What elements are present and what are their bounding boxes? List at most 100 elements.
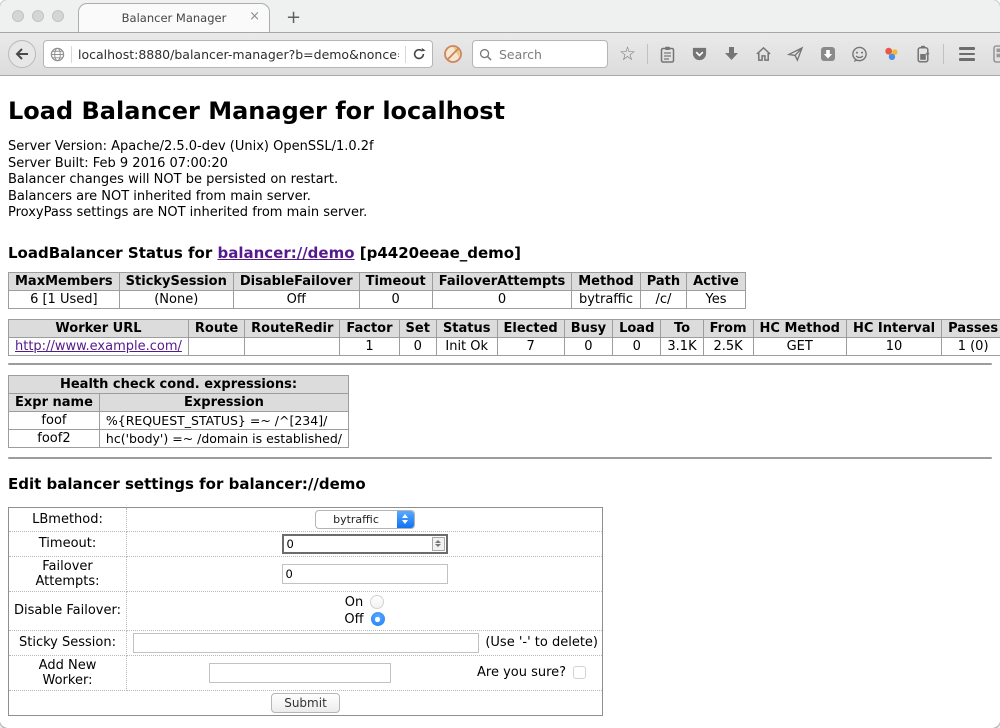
form-row-sticky: Sticky Session: (Use '-' to delete) bbox=[9, 630, 603, 655]
cell-status: Init Ok bbox=[436, 337, 497, 355]
column-header: HC Method bbox=[753, 319, 846, 337]
tab-balancer-manager[interactable]: Balancer Manager × bbox=[78, 3, 270, 32]
radio-on-line: On bbox=[131, 594, 598, 611]
search-input[interactable] bbox=[497, 46, 587, 63]
column-header: MaxMembers bbox=[9, 272, 120, 290]
search-icon bbox=[479, 48, 492, 61]
column-header: Path bbox=[640, 272, 686, 290]
cell-hc-method: GET bbox=[753, 337, 846, 355]
lbmethod-cell: bytraffic bbox=[127, 507, 603, 531]
cell-stickysession: (None) bbox=[119, 290, 233, 308]
menu-button[interactable] bbox=[954, 40, 979, 68]
balancer-status-table: MaxMembers StickySession DisableFailover… bbox=[8, 272, 746, 309]
column-header: Active bbox=[687, 272, 746, 290]
window-controls[interactable] bbox=[12, 10, 64, 22]
toolbar-divider bbox=[647, 44, 648, 64]
cell-disablefailover: Off bbox=[233, 290, 359, 308]
sticky-delete-note: (Use '-' to delete) bbox=[485, 635, 598, 650]
download-icon bbox=[724, 46, 739, 62]
bookmark-button[interactable]: ☆ bbox=[615, 40, 640, 68]
radio-on[interactable] bbox=[370, 595, 384, 609]
column-header: From bbox=[703, 319, 753, 337]
number-spinner-icon[interactable] bbox=[432, 537, 445, 551]
timeout-input[interactable] bbox=[284, 537, 432, 551]
table-row: foof2 hc('body') =~ /domain is establish… bbox=[9, 429, 349, 447]
submit-cell: Submit bbox=[9, 690, 603, 715]
navigation-toolbar: localhost:8880/balancer-manager?b=demo&n… bbox=[0, 33, 1000, 76]
column-header: DisableFailover bbox=[233, 272, 359, 290]
url-bar[interactable]: localhost:8880/balancer-manager?b=demo&n… bbox=[43, 40, 433, 68]
reload-icon[interactable] bbox=[412, 47, 426, 61]
balancer-demo-link[interactable]: balancer://demo bbox=[217, 244, 354, 262]
send-icon bbox=[787, 46, 804, 62]
close-window-button[interactable] bbox=[12, 10, 24, 22]
form-row-disable-failover: Disable Failover: On Off bbox=[9, 591, 603, 630]
minimize-window-button[interactable] bbox=[32, 10, 44, 22]
tab-bar: Balancer Manager × + bbox=[0, 0, 1000, 33]
download-panel-button[interactable] bbox=[815, 40, 840, 68]
select-stepper-icon bbox=[397, 511, 414, 528]
sidebar-panel-button[interactable]: ▾ bbox=[911, 40, 936, 68]
failover-attempts-input[interactable] bbox=[282, 564, 448, 584]
are-you-sure-group: Are you sure? bbox=[477, 665, 586, 680]
divider bbox=[8, 457, 992, 459]
chat-button[interactable] bbox=[847, 40, 872, 68]
tab-title: Balancer Manager bbox=[122, 11, 227, 25]
home-button[interactable] bbox=[751, 40, 776, 68]
column-header: Route bbox=[188, 319, 244, 337]
table-row: foof %{REQUEST_STATUS} =~ /^[234]/ bbox=[9, 411, 349, 429]
cell-routeredir bbox=[245, 337, 340, 355]
pocket-button[interactable] bbox=[687, 40, 712, 68]
chat-smiley-icon bbox=[851, 46, 868, 63]
column-header: Load bbox=[613, 319, 661, 337]
cell-method: bytraffic bbox=[572, 290, 640, 308]
divider bbox=[8, 363, 992, 365]
lbmethod-select[interactable]: bytraffic bbox=[315, 510, 415, 529]
sticky-session-input[interactable] bbox=[133, 633, 479, 653]
content-blocker-button[interactable] bbox=[440, 40, 465, 68]
table-header-row: MaxMembers StickySession DisableFailover… bbox=[9, 272, 746, 290]
send-button[interactable] bbox=[783, 40, 808, 68]
tab-groups-button[interactable] bbox=[989, 40, 1000, 68]
table-header-row: Worker URL Route RouteRedir Factor Set S… bbox=[9, 319, 1000, 337]
bookmark-star-icon: ☆ bbox=[619, 45, 636, 64]
urlbar-divider bbox=[405, 46, 406, 63]
radio-off-label: Off bbox=[344, 612, 363, 627]
add-worker-cell: Are you sure? bbox=[127, 655, 603, 690]
cell-active: Yes bbox=[687, 290, 746, 308]
column-header: Busy bbox=[564, 319, 612, 337]
column-header: To bbox=[661, 319, 703, 337]
persist-note-line: Balancer changes will NOT be persisted o… bbox=[8, 172, 992, 189]
clipboard-button[interactable] bbox=[655, 40, 680, 68]
tab-grid-icon bbox=[993, 45, 1000, 63]
cell-worker-url: http://www.example.com/ bbox=[9, 337, 189, 355]
zoom-window-button[interactable] bbox=[52, 10, 64, 22]
worker-url-link[interactable]: http://www.example.com/ bbox=[15, 339, 182, 354]
table-title-row: Health check cond. expressions: bbox=[9, 375, 349, 393]
extension-colors-button[interactable] bbox=[879, 40, 904, 68]
are-you-sure-checkbox[interactable] bbox=[573, 666, 586, 679]
downloads-button[interactable] bbox=[719, 40, 744, 68]
worker-table: Worker URL Route RouteRedir Factor Set S… bbox=[8, 319, 1000, 356]
radio-off[interactable] bbox=[371, 612, 385, 626]
urlbar-divider bbox=[71, 46, 72, 63]
new-tab-button[interactable]: + bbox=[286, 9, 301, 27]
url-text[interactable]: localhost:8880/balancer-manager?b=demo&n… bbox=[78, 47, 399, 62]
timeout-input-wrap bbox=[282, 534, 448, 554]
column-header: Expression bbox=[99, 393, 348, 411]
column-header: HC Interval bbox=[846, 319, 941, 337]
colors-icon bbox=[883, 46, 900, 62]
status-heading-prefix: LoadBalancer Status for bbox=[8, 244, 217, 262]
search-bar[interactable] bbox=[472, 40, 608, 68]
back-button[interactable] bbox=[8, 40, 36, 68]
add-worker-input[interactable] bbox=[209, 663, 391, 683]
health-check-title: Health check cond. expressions: bbox=[9, 375, 349, 393]
page-title: Load Balancer Manager for localhost bbox=[8, 97, 992, 125]
close-tab-icon[interactable]: × bbox=[249, 10, 260, 23]
cell-from: 2.5K bbox=[703, 337, 753, 355]
lbmethod-selected-value: bytraffic bbox=[316, 513, 397, 526]
table-row: http://www.example.com/ 1 0 Init Ok 7 0 … bbox=[9, 337, 1000, 355]
cell-elected: 7 bbox=[497, 337, 564, 355]
submit-button[interactable]: Submit bbox=[271, 693, 340, 713]
column-header: Status bbox=[436, 319, 497, 337]
